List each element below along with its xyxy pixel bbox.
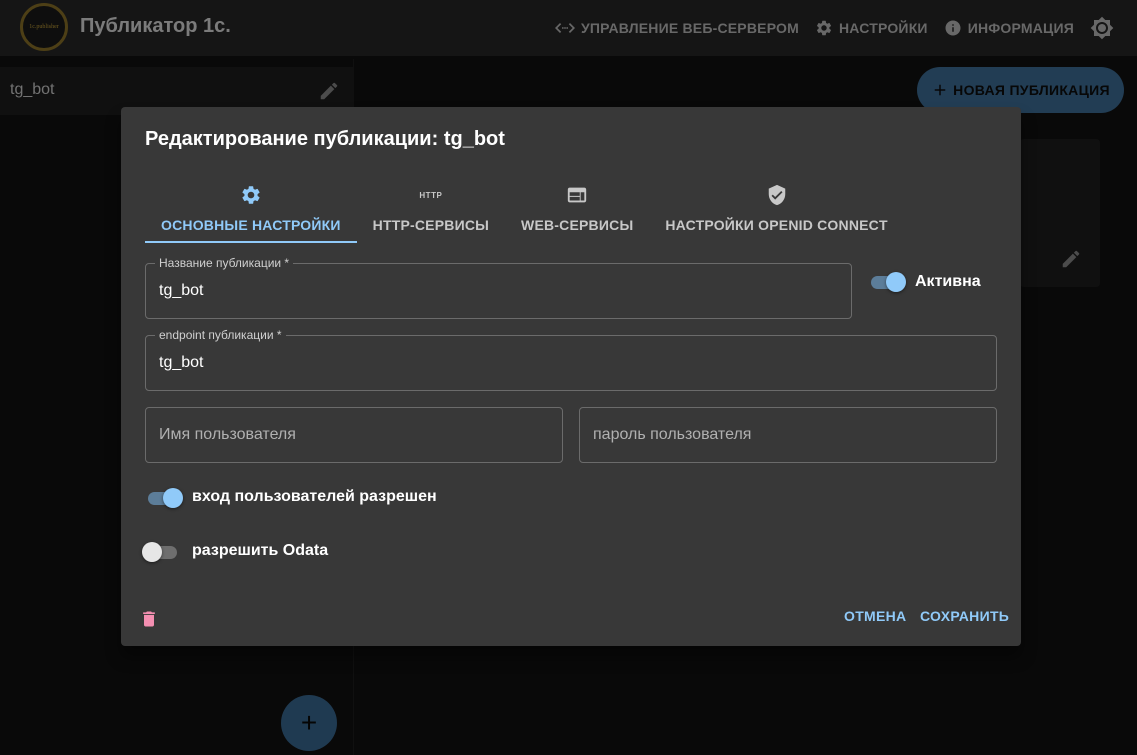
dialog-title: Редактирование публикации: tg_bot (145, 128, 505, 150)
password-field[interactable]: пароль пользователя (579, 407, 997, 463)
field-value: tg_bot (159, 354, 204, 371)
password-placeholder: пароль пользователя (593, 426, 752, 443)
cancel-button[interactable]: ОТМЕНА (844, 608, 906, 624)
username-field[interactable]: Имя пользователя (145, 407, 563, 463)
active-switch[interactable] (868, 271, 906, 293)
tab-label: HTTP-СЕРВИСЫ (372, 217, 490, 233)
dialog-tabs: ОСНОВНЫЕ НАСТРОЙКИ HTTP HTTP-СЕРВИСЫ WEB… (145, 179, 904, 243)
tab-label: ОСНОВНЫЕ НАСТРОЙКИ (161, 217, 341, 233)
endpoint-field[interactable]: endpoint публикации * tg_bot (145, 328, 997, 391)
verified-shield-icon (768, 184, 785, 206)
field-value: tg_bot (159, 282, 204, 299)
gear-icon (242, 186, 260, 204)
tab-http-services[interactable]: HTTP HTTP-СЕРВИСЫ (357, 179, 505, 243)
field-label: Название публикации * (155, 256, 294, 270)
username-placeholder: Имя пользователя (159, 426, 296, 443)
tab-main-settings[interactable]: ОСНОВНЫЕ НАСТРОЙКИ (145, 179, 357, 243)
users-login-switch[interactable] (145, 487, 183, 509)
save-button[interactable]: СОХРАНИТЬ (920, 608, 1009, 624)
users-login-switch-label: вход пользователей разрешен (192, 488, 437, 505)
switch-thumb (886, 272, 906, 292)
active-switch-label: Активна (915, 273, 981, 290)
tab-label: WEB-СЕРВИСЫ (521, 217, 634, 233)
odata-switch-label: разрешить Odata (192, 542, 329, 559)
switch-thumb (163, 488, 183, 508)
delete-icon[interactable] (139, 608, 159, 630)
edit-publication-dialog: Редактирование публикации: tg_bot ОСНОВН… (121, 107, 1021, 646)
tab-label: НАСТРОЙКИ OPENID CONNECT (665, 217, 888, 233)
http-icon: HTTP (419, 190, 443, 200)
field-label: endpoint публикации * (155, 328, 286, 342)
publication-name-field[interactable]: Название публикации * tg_bot (145, 256, 852, 319)
switch-thumb (142, 542, 162, 562)
tab-openid-settings[interactable]: НАСТРОЙКИ OPENID CONNECT (649, 179, 903, 243)
tab-web-services[interactable]: WEB-СЕРВИСЫ (505, 179, 649, 243)
odata-switch[interactable] (142, 541, 180, 563)
web-window-icon (568, 187, 587, 203)
